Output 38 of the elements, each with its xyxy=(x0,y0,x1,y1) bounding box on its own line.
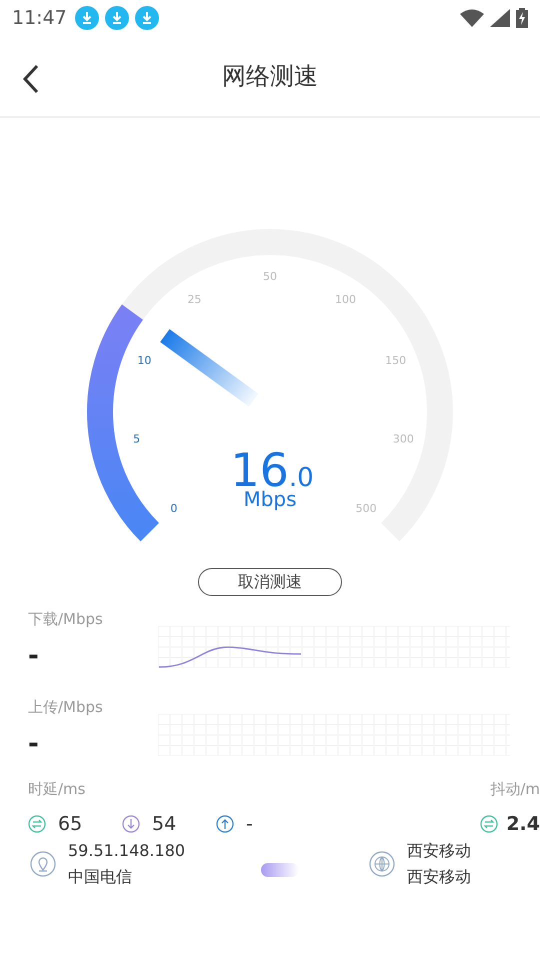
cancel-button[interactable]: 取消测速 xyxy=(198,568,342,596)
battery-icon xyxy=(516,8,528,28)
download-icon xyxy=(104,6,129,30)
download-icon xyxy=(74,6,99,30)
server-name: 西安移动 xyxy=(407,841,472,861)
jitter-label: 抖动/m xyxy=(490,780,540,799)
tick-label: 50 xyxy=(263,270,277,283)
jitter-value: 2.4 xyxy=(506,813,540,835)
exchange-icon xyxy=(28,815,46,833)
page-title: 网络测速 xyxy=(222,61,318,92)
client-isp: 中国电信 xyxy=(68,867,133,887)
tick-label: 0 xyxy=(170,502,178,516)
tick-label: 100 xyxy=(335,292,356,306)
tick-label: 5 xyxy=(133,432,140,446)
latency-value: 54 xyxy=(152,813,176,835)
back-icon xyxy=(22,64,40,94)
upload-value: - xyxy=(28,731,40,757)
download-icon xyxy=(134,6,159,30)
download-value: - xyxy=(28,643,40,669)
tick-label: 150 xyxy=(385,354,406,367)
wifi-icon xyxy=(460,9,484,27)
location-icon xyxy=(30,851,56,877)
tick-label: 25 xyxy=(187,292,202,306)
tick-label: 300 xyxy=(392,432,414,446)
exchange-icon xyxy=(480,815,498,833)
progress-indicator xyxy=(261,863,300,877)
tick-label: 10 xyxy=(137,354,152,367)
globe-icon xyxy=(369,851,396,877)
latency-label: 时延/ms xyxy=(28,780,86,799)
latency-value: 65 xyxy=(58,813,82,835)
signal-icon xyxy=(490,9,510,27)
latency-value: - xyxy=(246,813,253,835)
status-time: 11:47 xyxy=(12,7,67,29)
server-isp: 西安移动 xyxy=(407,867,472,887)
tick-label: 500 xyxy=(356,502,377,516)
download-label: 下载/Mbps xyxy=(28,610,104,629)
upload-label: 上传/Mbps xyxy=(28,698,104,717)
client-ip: 59.51.148.180 xyxy=(68,841,186,861)
